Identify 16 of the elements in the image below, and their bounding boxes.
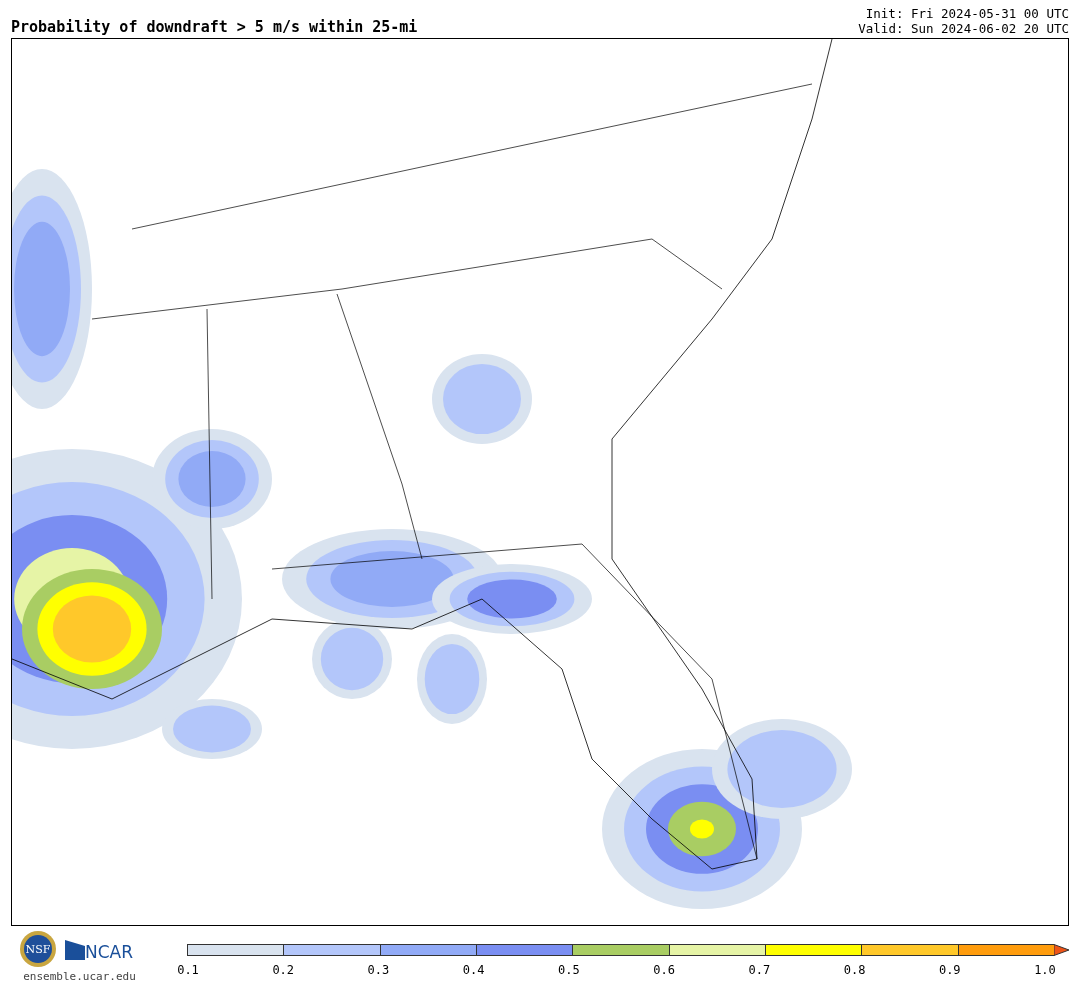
tick-label: 0.1 xyxy=(177,963,199,977)
tick-label: 0.8 xyxy=(843,963,866,977)
website-url: ensemble.ucar.edu xyxy=(23,970,136,983)
tick-label: 0.4 xyxy=(462,963,485,977)
tick-label: 1.0 xyxy=(1033,963,1056,977)
ncar-logo: NCAR xyxy=(62,936,141,962)
tick-label: 0.9 xyxy=(938,963,961,977)
tick-label: 0.5 xyxy=(557,963,580,977)
tick-label: 0.7 xyxy=(748,963,771,977)
nsf-logo: NSF xyxy=(18,930,57,968)
tick-label: 0.3 xyxy=(367,963,390,977)
valid-time: Valid: Sun 2024-06-02 20 UTC xyxy=(858,21,1069,36)
tick-label: 0.2 xyxy=(272,963,295,977)
tick-label: 0.6 xyxy=(653,963,676,977)
init-time: Init: Fri 2024-05-31 00 UTC xyxy=(865,6,1069,21)
chart-title: Probability of downdraft > 5 m/s within 25-mi xyxy=(11,18,418,36)
